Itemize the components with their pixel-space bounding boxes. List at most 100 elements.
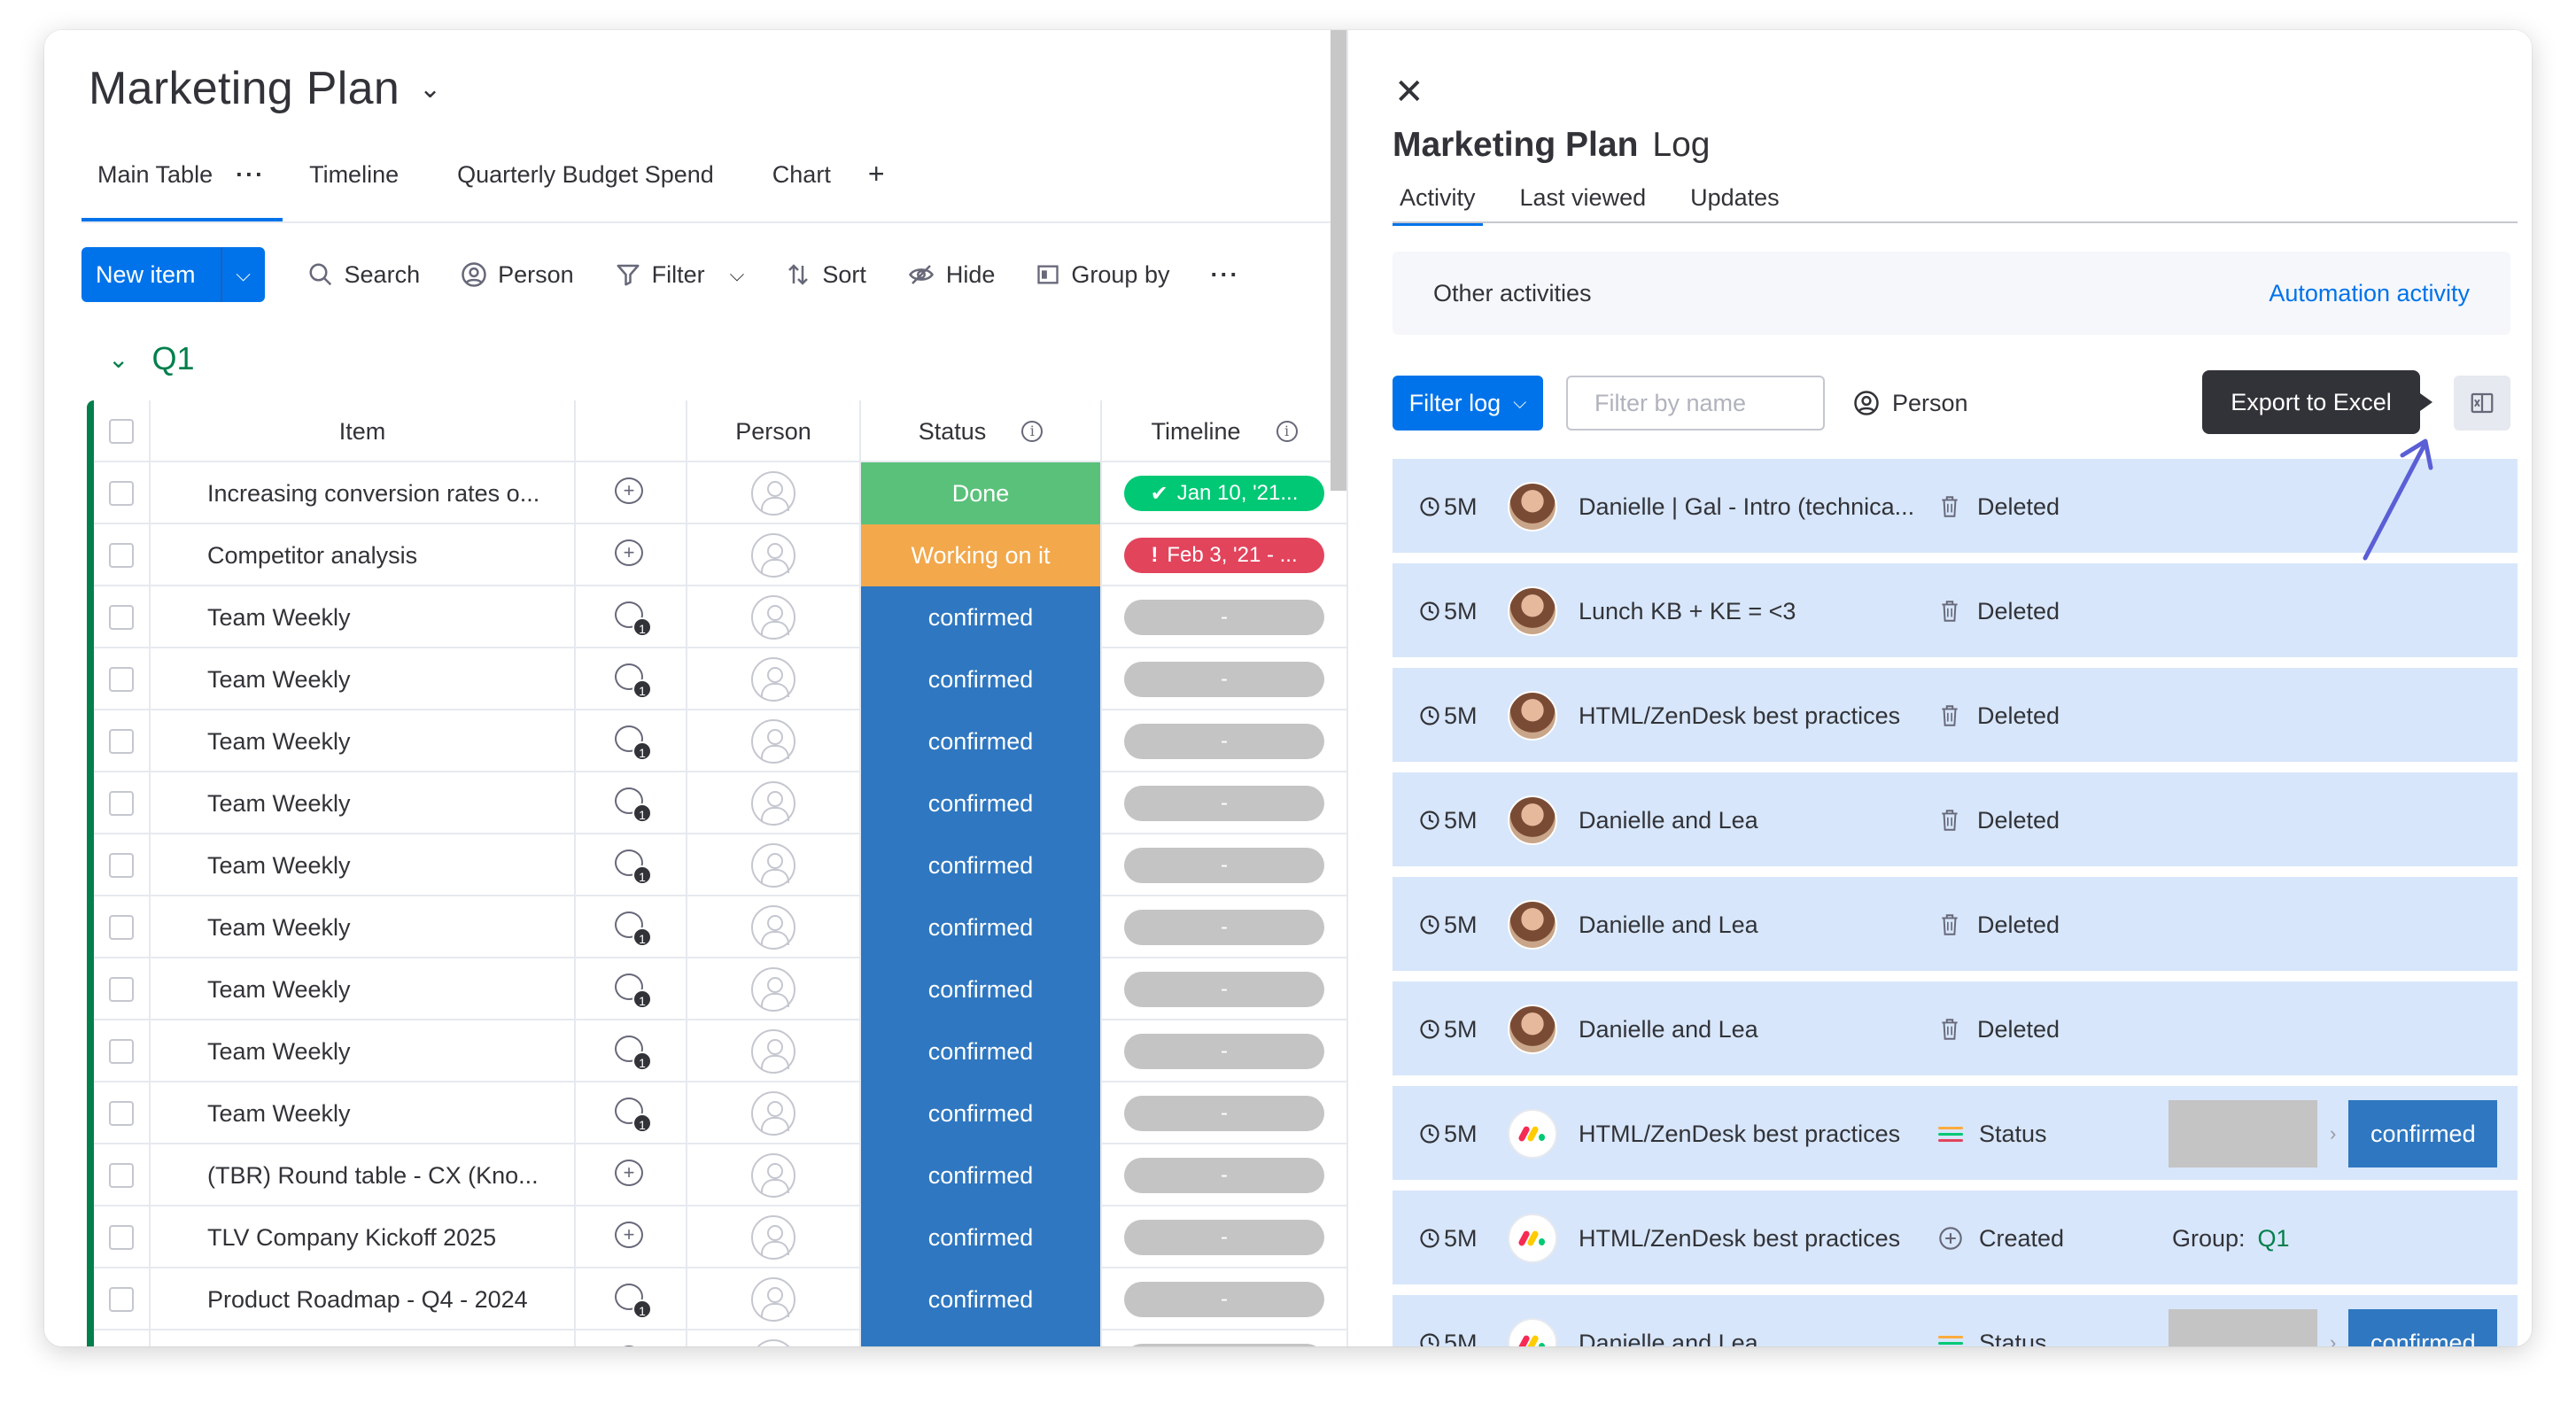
- log-entry[interactable]: 5M Danielle and Lea Status › confirmed: [1393, 1295, 2518, 1346]
- log-item-name[interactable]: Danielle and Lea: [1579, 772, 1933, 868]
- group-title[interactable]: Q1: [151, 340, 194, 377]
- empty-avatar-icon[interactable]: [751, 1215, 795, 1260]
- log-entry[interactable]: 5M HTML/ZenDesk best practices Status › conf…: [1393, 1086, 2518, 1182]
- row-checkbox[interactable]: [109, 915, 134, 940]
- timeline-cell[interactable]: -: [1102, 1206, 1346, 1268]
- chevron-down-icon[interactable]: ⌄: [419, 74, 441, 105]
- row-checkbox[interactable]: [109, 977, 134, 1002]
- new-item-button[interactable]: New item ⌵: [81, 247, 265, 302]
- empty-avatar-icon[interactable]: [751, 1339, 795, 1346]
- person-cell[interactable]: [687, 958, 861, 1020]
- person-cell[interactable]: [687, 1206, 861, 1268]
- row-checkbox[interactable]: [109, 1101, 134, 1126]
- row-checkbox[interactable]: [109, 1287, 134, 1312]
- log-entry[interactable]: 5M HTML/ZenDesk best practices Created Grou…: [1393, 1191, 2518, 1286]
- empty-avatar-icon[interactable]: [751, 1153, 795, 1198]
- item-name[interactable]: (TBR) Round table - CX (Kno...: [151, 1144, 576, 1206]
- row-select-cell[interactable]: [94, 1206, 151, 1268]
- row-select-cell[interactable]: [94, 834, 151, 896]
- group-header[interactable]: ⌄ Q1: [108, 340, 195, 377]
- log-item-name[interactable]: Danielle and Lea: [1579, 981, 1933, 1077]
- row-select-cell[interactable]: [94, 586, 151, 648]
- updates-icon[interactable]: 1: [615, 787, 652, 823]
- person-cell[interactable]: [687, 834, 861, 896]
- timeline-cell[interactable]: -: [1102, 648, 1346, 710]
- status-cell[interactable]: confirmed: [861, 1268, 1102, 1330]
- log-item-name[interactable]: Danielle | Gal - Intro (technica...: [1579, 459, 1933, 555]
- empty-avatar-icon[interactable]: [751, 1091, 795, 1136]
- filter-by-name-input[interactable]: [1566, 376, 1825, 431]
- person-cell[interactable]: [687, 1020, 861, 1082]
- updates-icon[interactable]: 1: [615, 911, 652, 947]
- empty-avatar-icon[interactable]: [751, 967, 795, 1012]
- item-name[interactable]: Product Roadmap - Q4 - 2024: [151, 1268, 576, 1330]
- export-to-excel-button[interactable]: [2454, 376, 2510, 431]
- timeline-pill[interactable]: -: [1124, 1220, 1324, 1255]
- row-checkbox[interactable]: [109, 481, 134, 506]
- person-cell[interactable]: [687, 1144, 861, 1206]
- timeline-cell[interactable]: -: [1102, 958, 1346, 1020]
- timeline-pill[interactable]: -: [1124, 1096, 1324, 1131]
- updates-icon[interactable]: 1: [615, 1036, 652, 1071]
- updates-cell[interactable]: 1: [576, 1020, 687, 1082]
- status-cell[interactable]: confirmed: [861, 1020, 1102, 1082]
- row-checkbox[interactable]: [109, 791, 134, 816]
- tab-updates[interactable]: Updates: [1683, 184, 1787, 226]
- row-checkbox[interactable]: [109, 729, 134, 754]
- person-cell[interactable]: [687, 648, 861, 710]
- table-row[interactable]: Team Weekly 1 confirmed -: [94, 772, 1346, 834]
- updates-icon[interactable]: 1: [615, 663, 652, 699]
- row-select-cell[interactable]: [94, 1144, 151, 1206]
- row-checkbox[interactable]: [109, 1039, 134, 1064]
- row-select-cell[interactable]: [94, 1268, 151, 1330]
- row-select-cell[interactable]: [94, 1020, 151, 1082]
- updates-cell[interactable]: +: [576, 524, 687, 586]
- new-item-label[interactable]: New item: [81, 247, 221, 302]
- timeline-cell[interactable]: -: [1102, 834, 1346, 896]
- log-item-name[interactable]: HTML/ZenDesk best practices: [1579, 668, 1933, 764]
- item-name[interactable]: Team Weekly: [151, 710, 576, 772]
- tab-timeline[interactable]: Timeline: [293, 136, 416, 221]
- row-checkbox[interactable]: [109, 1163, 134, 1188]
- timeline-cell[interactable]: -: [1102, 1144, 1346, 1206]
- status-cell[interactable]: confirmed: [861, 1206, 1102, 1268]
- timeline-cell[interactable]: -: [1102, 586, 1346, 648]
- timeline-pill[interactable]: -: [1124, 1158, 1324, 1193]
- updates-cell[interactable]: +: [576, 1206, 687, 1268]
- row-select-cell[interactable]: [94, 710, 151, 772]
- row-checkbox[interactable]: [109, 543, 134, 568]
- person-cell[interactable]: [687, 586, 861, 648]
- table-row[interactable]: Increasing conversion rates o... + Done ✔ Ja…: [94, 462, 1346, 524]
- group-by-button[interactable]: Group by: [1036, 261, 1169, 289]
- table-row[interactable]: Team Weekly 1 confirmed -: [94, 958, 1346, 1020]
- row-checkbox[interactable]: [109, 667, 134, 692]
- log-entry[interactable]: 5M Danielle | Gal - Intro (technica... Del…: [1393, 459, 2518, 555]
- timeline-cell[interactable]: ! Feb 3, '21 - ...: [1102, 524, 1346, 586]
- tab-activity[interactable]: Activity: [1393, 184, 1483, 226]
- item-name[interactable]: Team Weekly: [151, 586, 576, 648]
- empty-avatar-icon[interactable]: [751, 595, 795, 640]
- updates-cell[interactable]: +: [576, 462, 687, 524]
- chevron-down-icon[interactable]: ⌵: [730, 263, 745, 286]
- empty-avatar-icon[interactable]: [751, 905, 795, 950]
- automation-activity-link[interactable]: Automation activity: [2269, 280, 2470, 307]
- timeline-pill[interactable]: -: [1124, 724, 1324, 759]
- status-cell[interactable]: confirmed: [861, 710, 1102, 772]
- timeline-pill[interactable]: -: [1124, 910, 1324, 945]
- timeline-pill[interactable]: ✔ Jan 10, '21...: [1124, 476, 1324, 511]
- updates-cell[interactable]: 1: [576, 834, 687, 896]
- status-cell[interactable]: Working on it: [861, 524, 1102, 586]
- log-entry[interactable]: 5M Danielle and Lea Deleted: [1393, 772, 2518, 868]
- empty-avatar-icon[interactable]: [751, 1277, 795, 1322]
- table-row[interactable]: Team Weekly 1 confirmed -: [94, 834, 1346, 896]
- log-item-name[interactable]: Danielle and Lea: [1579, 1295, 1933, 1347]
- empty-avatar-icon[interactable]: [751, 1029, 795, 1074]
- close-icon[interactable]: ✕: [1394, 74, 1424, 110]
- timeline-pill[interactable]: -: [1124, 972, 1324, 1007]
- empty-avatar-icon[interactable]: [751, 471, 795, 516]
- person-cell[interactable]: [687, 772, 861, 834]
- table-row[interactable]: TLV Company Kickoff 2025 + confirmed -: [94, 1206, 1346, 1268]
- add-view-button[interactable]: +: [852, 136, 903, 221]
- log-item-name[interactable]: HTML/ZenDesk best practices: [1579, 1086, 1933, 1182]
- log-entry[interactable]: 5M Danielle and Lea Deleted: [1393, 981, 2518, 1077]
